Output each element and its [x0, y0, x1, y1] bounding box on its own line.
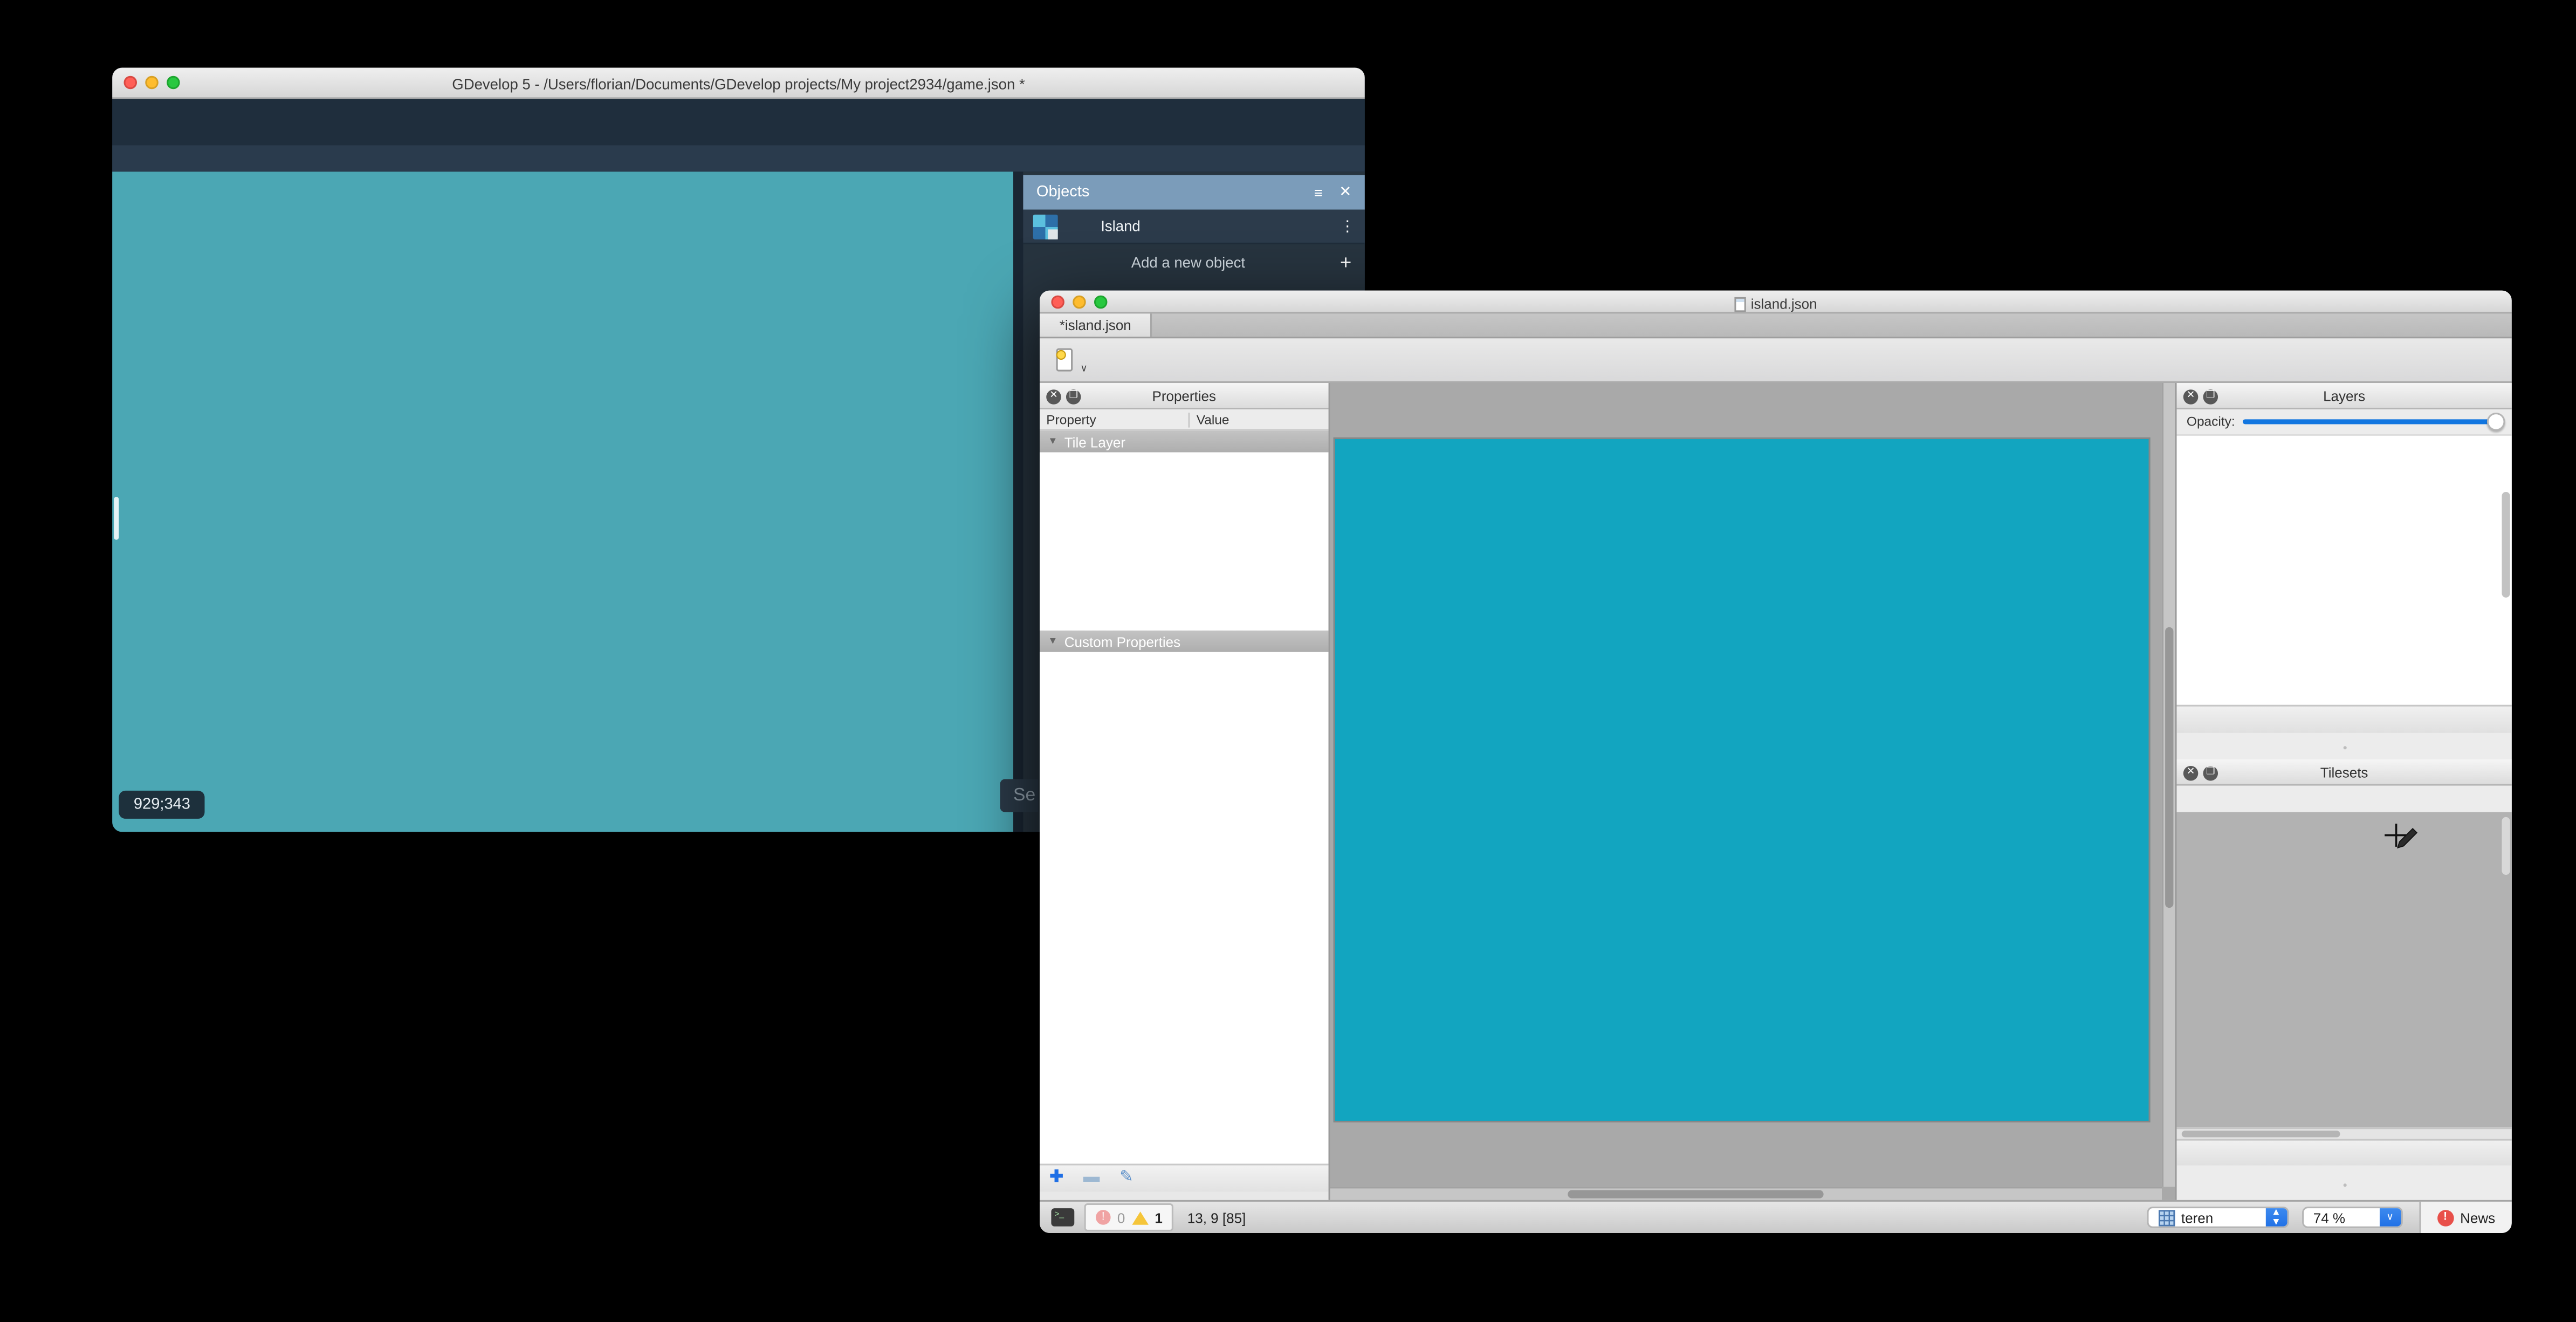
- properties-toolbar: ✚ ▬ ✎: [1039, 1163, 1329, 1192]
- object-menu-icon[interactable]: ⋮: [1340, 217, 1355, 235]
- tiled-titlebar[interactable]: island.json: [1039, 290, 2512, 314]
- spinner-icons[interactable]: ▲ ▼: [2265, 1208, 2287, 1227]
- tiled-window-title: island.json: [1040, 294, 2512, 311]
- tileset-sprites: [2177, 812, 2490, 1128]
- section-tile-layer[interactable]: ▼ Tile Layer: [1039, 430, 1329, 453]
- zoom-window-icon[interactable]: [167, 76, 180, 90]
- properties-columns: Property Value: [1039, 409, 1329, 431]
- tiled-window: island.json *island.json ∨ ✕ ❐ Propertie…: [1039, 290, 2512, 1234]
- news-button[interactable]: ! News: [2419, 1201, 2512, 1234]
- map-canvas[interactable]: [1333, 437, 2152, 1124]
- clipped-search-button[interactable]: Se: [1000, 779, 1039, 812]
- gdevelop-titlebar[interactable]: GDevelop 5 - /Users/florian/Documents/GD…: [112, 67, 1365, 99]
- gdevelop-tabbar: [112, 145, 1365, 172]
- tileset-horizontal-scrollbar[interactable]: [2176, 1127, 2512, 1139]
- column-value: Value: [1196, 412, 1229, 427]
- gdevelop-canvas-scroll-handle[interactable]: [114, 497, 119, 540]
- objects-panel-header: Objects ≡ ✕: [1023, 175, 1365, 210]
- properties-panel: ✕ ❐ Properties Property Value ▼ Tile Lay…: [1039, 382, 1330, 1200]
- current-layer-value: teren: [2181, 1209, 2214, 1226]
- tilesets-panel: ✕ ❐ Tilesets: [2176, 759, 2512, 1200]
- right-dock: ✕ ❐ Layers Opacity: ✕ ❐ Tilesets: [2175, 382, 2512, 1200]
- issues-counter[interactable]: ! 0 1: [1084, 1203, 1174, 1231]
- tile-position: 13, 9 [85]: [1187, 1209, 1246, 1226]
- news-label: News: [2460, 1209, 2496, 1226]
- layers-header: ✕ ❐ Layers: [2176, 382, 2512, 409]
- tiled-body: ✕ ❐ Properties Property Value ▼ Tile Lay…: [1039, 382, 2512, 1200]
- remove-property-icon[interactable]: ▬: [1083, 1169, 1100, 1187]
- tiled-traffic-lights[interactable]: [1051, 294, 1108, 308]
- island-map-render: [1335, 439, 2152, 1124]
- layer-opacity-row: Opacity:: [2176, 409, 2512, 436]
- object-label: Island: [1101, 217, 1141, 235]
- right-dock-tabs: [2177, 1169, 2512, 1200]
- tileset-scrollbar-thumb[interactable]: [2502, 817, 2510, 875]
- tiled-document-tabbar: *island.json: [1039, 313, 2512, 339]
- collapse-icon[interactable]: ▼: [1048, 636, 1057, 646]
- tiled-status-bar: ! 0 1 13, 9 [85] teren ▲▼ 74 % ∨ ! News: [1039, 1200, 2512, 1234]
- filter-icon[interactable]: ≡: [1314, 184, 1323, 201]
- gdevelop-scene-canvas[interactable]: 929;343: [112, 172, 1014, 832]
- new-file-icon[interactable]: ∨: [1048, 344, 1088, 376]
- zoom-combo[interactable]: 74 % ∨: [2302, 1207, 2402, 1228]
- scroll-thumb[interactable]: [2181, 1131, 2340, 1138]
- cursor-coordinates-badge: 929;343: [119, 790, 205, 819]
- scroll-thumb[interactable]: [2165, 627, 2174, 908]
- current-layer-combo[interactable]: teren ▲ ▼: [2146, 1207, 2289, 1228]
- object-list-item-island[interactable]: Island ⋮: [1023, 209, 1365, 244]
- add-object-label: Add a new object: [1131, 253, 1246, 270]
- tilesets-toolbar: [2176, 1139, 2512, 1166]
- gdevelop-scene-render: [112, 172, 1013, 832]
- collapse-icon[interactable]: ▼: [1048, 436, 1057, 446]
- minimize-icon[interactable]: [1073, 294, 1086, 308]
- close-icon[interactable]: ✕: [1339, 183, 1351, 202]
- minimize-icon[interactable]: [145, 76, 159, 90]
- error-count: 0: [1117, 1209, 1125, 1226]
- opacity-slider[interactable]: [2243, 412, 2505, 430]
- chevron-down-icon[interactable]: ∨: [2379, 1208, 2401, 1227]
- console-icon[interactable]: [1051, 1208, 1075, 1227]
- tiled-toolbar: ∨: [1039, 338, 2512, 383]
- section-custom-properties[interactable]: ▼ Custom Properties: [1039, 631, 1329, 652]
- error-icon: !: [1096, 1210, 1111, 1225]
- properties-title: Properties: [1152, 388, 1217, 405]
- gdevelop-window-title: GDevelop 5 - /Users/florian/Documents/GD…: [452, 76, 1025, 93]
- opacity-label: Opacity:: [2186, 414, 2235, 429]
- close-icon[interactable]: [1051, 294, 1064, 308]
- warning-icon: [1131, 1203, 1149, 1225]
- tileset-grid[interactable]: [2176, 812, 2512, 1128]
- left-dock-tabs: [2177, 735, 2512, 759]
- document-tab[interactable]: *island.json: [1039, 313, 1153, 337]
- layers-scrollbar-thumb[interactable]: [2502, 491, 2510, 598]
- desktop: GDevelop 5 - /Users/florian/Documents/GD…: [0, 0, 2576, 1322]
- layer-list: [2176, 435, 2512, 705]
- map-horizontal-scrollbar[interactable]: [1330, 1187, 2162, 1200]
- object-thumbnail: [1033, 214, 1058, 239]
- tilesets-header: ✕ ❐ Tilesets: [2176, 759, 2512, 786]
- tilesets-title: Tilesets: [2320, 764, 2368, 781]
- map-view[interactable]: [1330, 382, 2175, 1200]
- scroll-thumb[interactable]: [1568, 1190, 1824, 1198]
- properties-header: ✕ ❐ Properties: [1039, 382, 1329, 409]
- gdevelop-toolbar: [112, 99, 1365, 146]
- add-property-icon[interactable]: ✚: [1049, 1169, 1063, 1187]
- map-vertical-scrollbar[interactable]: [2161, 382, 2175, 1187]
- objects-panel-title: Objects: [1036, 183, 1090, 202]
- zoom-value: 74 %: [2313, 1209, 2346, 1226]
- warning-count: 1: [1155, 1209, 1163, 1226]
- zoom-window-icon[interactable]: [1094, 294, 1108, 308]
- column-property: Property: [1040, 412, 1190, 427]
- document-icon: [1734, 296, 1746, 311]
- layers-panel: ✕ ❐ Layers Opacity:: [2176, 382, 2512, 759]
- layers-title: Layers: [2323, 388, 2366, 405]
- layers-toolbar: [2176, 704, 2512, 733]
- news-badge-icon: !: [2437, 1209, 2454, 1226]
- plus-icon[interactable]: +: [1340, 250, 1351, 273]
- close-icon[interactable]: [123, 76, 138, 90]
- add-object-button[interactable]: Add a new object +: [1023, 244, 1364, 279]
- tileset-tabs: [2176, 785, 2512, 812]
- slider-knob[interactable]: [2486, 412, 2505, 430]
- gdevelop-traffic-lights[interactable]: [123, 76, 180, 90]
- edit-property-icon[interactable]: ✎: [1119, 1169, 1134, 1187]
